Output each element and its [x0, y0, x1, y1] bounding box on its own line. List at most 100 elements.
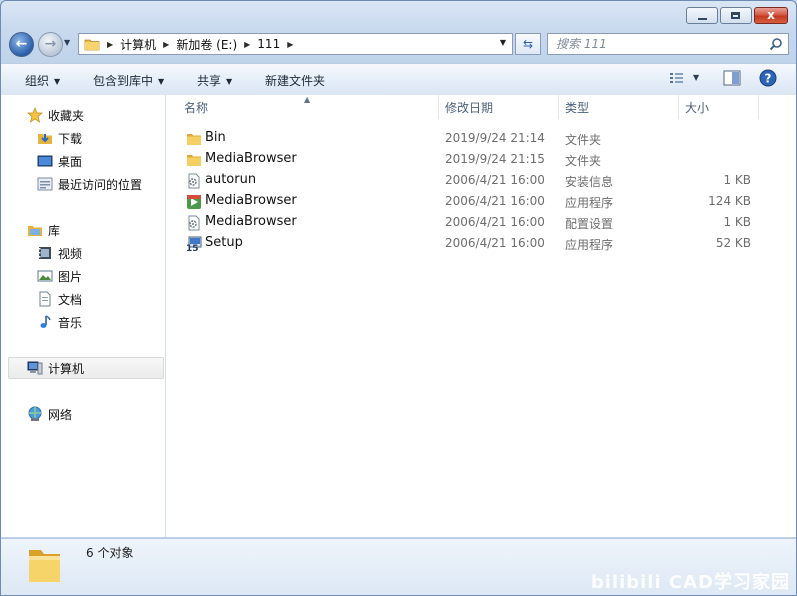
file-name: MediaBrowser: [205, 193, 297, 208]
file-row[interactable]: MediaBrowser 2019/9/24 21:15 文件夹: [166, 149, 796, 170]
column-divider[interactable]: [758, 95, 759, 119]
folder-icon: [187, 155, 201, 166]
file-date: 2006/4/21 16:00: [445, 173, 545, 187]
new-folder-button[interactable]: 新建文件夹: [265, 72, 325, 89]
maximize-button[interactable]: [720, 7, 752, 24]
network-icon: [28, 406, 42, 421]
forward-button[interactable]: →: [38, 32, 63, 57]
help-button[interactable]: ?: [759, 69, 777, 90]
back-button[interactable]: ←: [9, 32, 34, 57]
nav-libraries[interactable]: 库: [1, 219, 163, 241]
svg-text:15: 15: [186, 244, 199, 252]
file-date: 2019/9/24 21:15: [445, 152, 545, 166]
nav-label: 图片: [58, 269, 83, 284]
command-bar: 组织 ▼ 包含到库中 ▼ 共享 ▼ 新建文件夹 ▼ ?: [1, 63, 796, 96]
file-row[interactable]: MediaBrowser 2006/4/21 16:00 应用程序 124 KB: [166, 191, 796, 212]
file-type: 应用程序: [565, 238, 614, 252]
breadcrumb-separator[interactable]: ▶: [163, 40, 169, 49]
organize-label: 组织: [25, 74, 50, 88]
nav-desktop[interactable]: 桌面: [1, 150, 163, 172]
folder-icon: [84, 39, 100, 51]
nav-downloads[interactable]: 下载: [1, 127, 163, 149]
nav-videos[interactable]: 视频: [1, 242, 163, 264]
file-name: MediaBrowser: [205, 214, 297, 229]
column-header-name[interactable]: 名称: [184, 95, 208, 121]
file-name: autorun: [205, 172, 257, 187]
column-divider[interactable]: [558, 95, 559, 119]
setup-info-icon: [188, 173, 200, 189]
config-settings-icon: [188, 215, 200, 231]
nav-label: 网络: [48, 407, 73, 422]
file-size: 1 KB: [723, 173, 751, 187]
refresh-button[interactable]: ⇆: [515, 33, 541, 55]
search-icon[interactable]: [769, 37, 783, 51]
desktop-icon: [37, 155, 53, 167]
file-type: 文件夹: [565, 133, 602, 147]
include-in-library-menu[interactable]: 包含到库中 ▼: [93, 72, 164, 89]
music-icon: [40, 315, 51, 328]
address-bar[interactable]: ▶ 计算机 ▶ 新加卷 (E:) ▶ 111 ▶ ▼: [78, 33, 513, 55]
chevron-down-icon[interactable]: ▼: [693, 73, 699, 82]
column-header-type[interactable]: 类型: [565, 95, 589, 121]
file-name: Bin: [205, 130, 226, 145]
file-row[interactable]: MediaBrowser 2006/4/21 16:00 配置设置 1 KB: [166, 212, 796, 233]
nav-label: 计算机: [48, 361, 85, 376]
nav-label: 库: [48, 223, 61, 238]
breadcrumb-separator[interactable]: ▶: [287, 40, 293, 49]
nav-computer[interactable]: 计算机: [8, 357, 164, 379]
view-options-button[interactable]: [669, 70, 685, 89]
help-icon: ?: [759, 69, 777, 87]
breadcrumb-folder[interactable]: 111: [257, 37, 280, 51]
search-box[interactable]: [547, 33, 789, 55]
breadcrumb-computer[interactable]: 计算机: [120, 36, 156, 53]
computer-icon: [27, 361, 43, 375]
file-type: 应用程序: [565, 196, 614, 210]
chevron-down-icon: ▼: [226, 77, 233, 86]
folder-icon: [187, 134, 201, 145]
nav-network[interactable]: 网络: [1, 403, 163, 425]
document-icon: [39, 291, 51, 307]
column-header-date[interactable]: 修改日期: [445, 95, 493, 121]
item-count: 6 个对象: [86, 546, 134, 560]
details-pane: 6 个对象 bilibili CAD学习家园: [1, 538, 796, 595]
chevron-down-icon: ▼: [54, 77, 61, 86]
breadcrumb-separator[interactable]: ▶: [244, 40, 250, 49]
recent-pages-dropdown[interactable]: ▼: [64, 38, 70, 47]
breadcrumb-separator[interactable]: ▶: [107, 40, 113, 49]
file-row[interactable]: autorun 2006/4/21 16:00 安装信息 1 KB: [166, 170, 796, 191]
column-header-size[interactable]: 大小: [685, 95, 709, 121]
column-divider[interactable]: [678, 95, 679, 119]
file-row[interactable]: Bin 2019/9/24 21:14 文件夹: [166, 128, 796, 149]
include-library-label: 包含到库中: [93, 74, 154, 88]
nav-recent-places[interactable]: 最近访问的位置: [1, 173, 163, 195]
nav-label: 文档: [58, 292, 83, 307]
nav-pictures[interactable]: 图片: [1, 265, 163, 287]
watermark-text: bilibili CAD学习家园: [590, 572, 790, 593]
nav-music[interactable]: 音乐: [1, 311, 163, 333]
nav-documents[interactable]: 文档: [1, 288, 163, 310]
close-button[interactable]: x: [754, 7, 788, 24]
column-divider[interactable]: [438, 95, 439, 119]
application-icon: [187, 195, 201, 209]
organize-menu[interactable]: 组织 ▼: [25, 72, 60, 89]
share-label: 共享: [197, 74, 222, 88]
recent-places-icon: [37, 177, 53, 191]
search-input[interactable]: [556, 35, 756, 53]
file-size: 124 KB: [708, 194, 751, 208]
nav-label: 桌面: [58, 154, 83, 169]
address-dropdown[interactable]: ▼: [500, 38, 506, 47]
nav-favorites[interactable]: 收藏夹: [1, 104, 163, 126]
breadcrumb-drive[interactable]: 新加卷 (E:): [176, 36, 237, 53]
preview-pane-button[interactable]: [723, 70, 741, 89]
file-list: ▲ 名称 修改日期 类型 大小 Bin 2019/9/24 21:14 文件夹 …: [166, 95, 796, 537]
file-name: Setup: [205, 235, 243, 250]
nav-label: 最近访问的位置: [58, 177, 143, 192]
folder-large-icon: [29, 550, 60, 582]
share-menu[interactable]: 共享 ▼: [197, 72, 232, 89]
downloads-folder-icon: [38, 134, 52, 144]
minimize-button[interactable]: [686, 7, 718, 24]
sort-ascending-icon: ▲: [304, 95, 311, 104]
star-icon: [27, 107, 43, 123]
setup-exe-icon: 15: [186, 236, 202, 252]
file-row[interactable]: 15 Setup 2006/4/21 16:00 应用程序 52 KB: [166, 233, 796, 254]
